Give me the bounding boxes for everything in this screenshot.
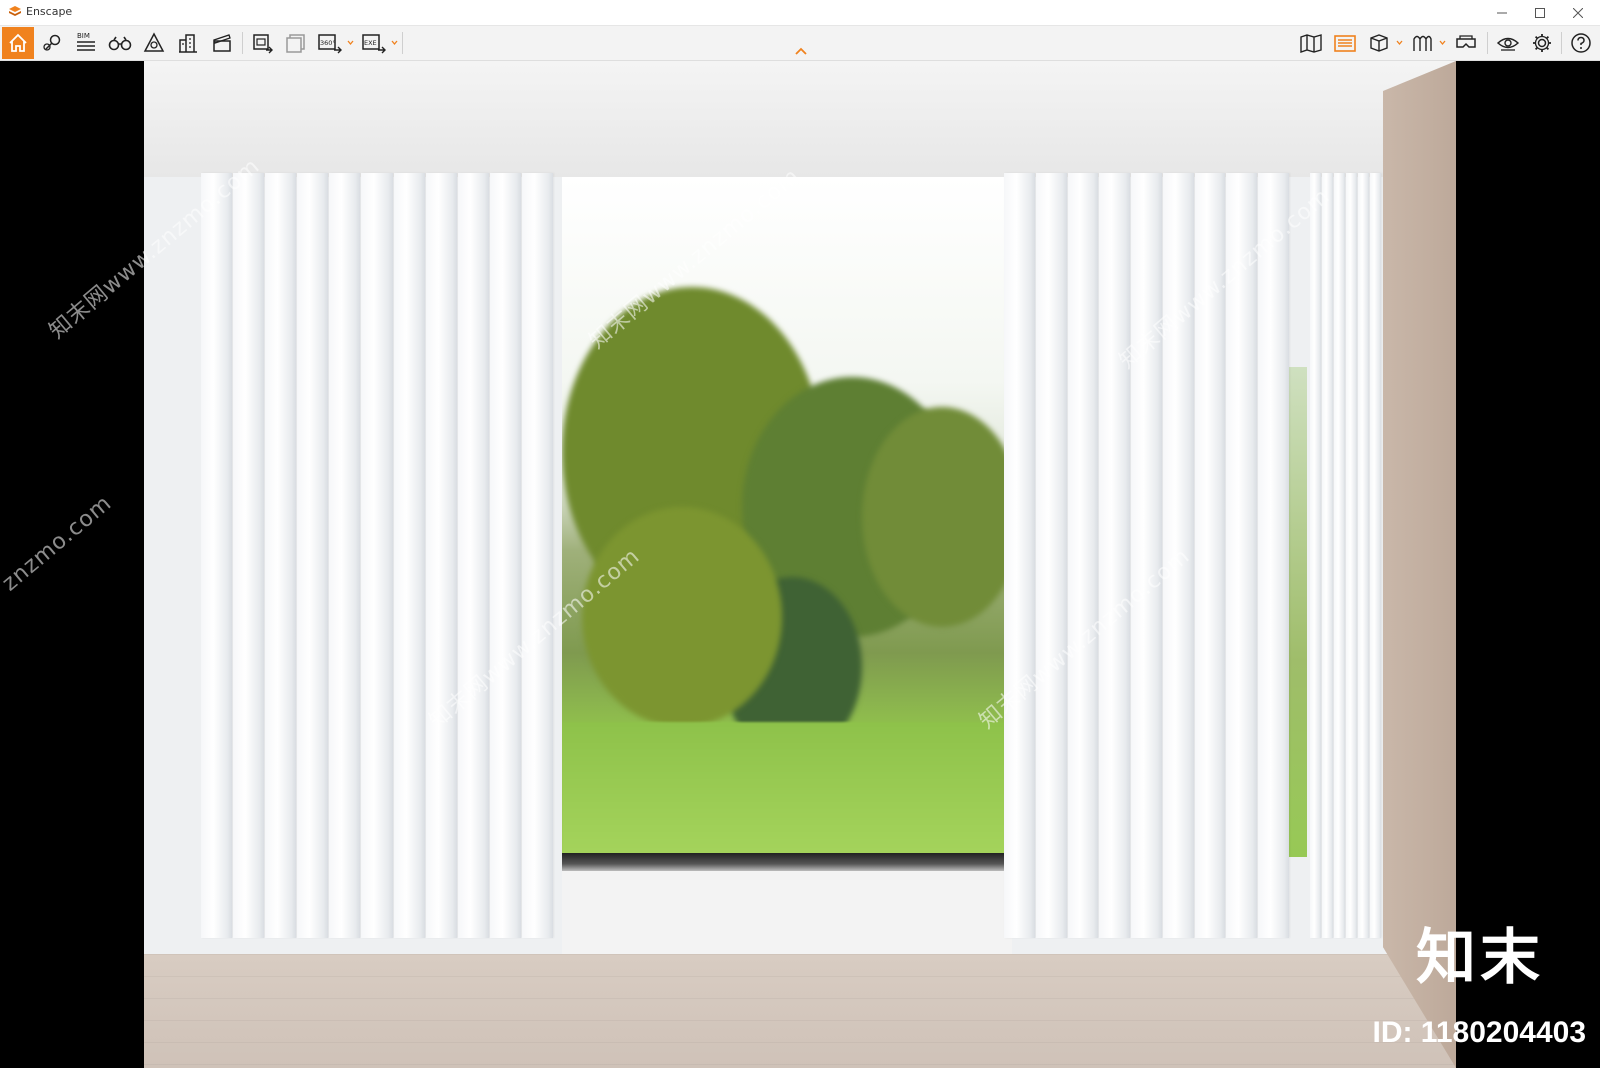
title-bar: Enscape — [0, 0, 1600, 26]
export-exe-icon: EXE — [362, 34, 386, 54]
window-base-wall — [562, 871, 1012, 955]
blind-slat — [1346, 173, 1357, 938]
close-button[interactable] — [1560, 0, 1596, 25]
blind-slat — [1004, 173, 1035, 938]
minimize-button[interactable] — [1484, 0, 1520, 25]
render-viewport[interactable]: 知末网www.znzmo.com 知末网www.znzmo.com 知末网www… — [0, 61, 1600, 1068]
view-cube-icon — [1370, 34, 1388, 52]
export-dropdown-chevron-icon[interactable] — [391, 39, 398, 46]
export-icon-label: EXE — [364, 39, 377, 47]
atmosphere-button[interactable] — [138, 27, 170, 59]
blind-slat — [457, 173, 489, 938]
visual-settings-button[interactable] — [1492, 27, 1524, 59]
atmosphere-icon — [143, 32, 165, 52]
blind-slat — [489, 173, 521, 938]
material-icon — [1413, 35, 1432, 51]
blind-slat — [1067, 173, 1099, 938]
blind-slat — [265, 173, 297, 938]
binoculars-button[interactable] — [104, 27, 136, 59]
blind-slat — [297, 173, 329, 938]
help-icon — [1571, 33, 1591, 53]
blind-slat — [361, 173, 393, 938]
blind-slat — [1334, 173, 1345, 938]
right-window-strip — [1287, 367, 1307, 857]
vr-headset-icon — [1456, 35, 1476, 48]
blind-slat — [1358, 173, 1369, 938]
enscape-toolbar: BIM 360° EXE — [0, 26, 1600, 61]
toolbar-separator — [242, 32, 243, 54]
side-vertical-blinds — [1310, 173, 1382, 938]
bim-icon-label: BIM — [77, 32, 90, 40]
toolbar-separator — [402, 32, 403, 54]
location-icon — [43, 34, 61, 51]
blind-slat — [1370, 173, 1381, 938]
toolbar-separator — [1487, 32, 1488, 54]
bim-icon: BIM — [77, 32, 95, 51]
buildings-button[interactable] — [172, 27, 204, 59]
batch-render-icon — [286, 34, 305, 53]
close-icon — [1573, 7, 1583, 18]
collapse-toolbar-chevron-icon[interactable] — [794, 46, 808, 56]
panorama-button[interactable]: 360° — [314, 27, 346, 59]
video-editor-button[interactable] — [206, 27, 238, 59]
left-vertical-blinds — [201, 173, 554, 938]
material-dropdown-chevron-icon[interactable] — [1439, 39, 1446, 46]
home-icon — [9, 33, 27, 52]
asset-id-text: ID: 1180204403 — [1372, 1016, 1586, 1049]
brand-logo-text: 知末 — [1416, 923, 1544, 993]
blind-slat — [425, 173, 457, 938]
room-render — [144, 61, 1456, 1068]
buildings-icon — [179, 34, 197, 53]
home-button[interactable] — [2, 27, 34, 59]
enscape-logo-icon — [9, 6, 21, 16]
panorama-dropdown-chevron-icon[interactable] — [347, 39, 354, 46]
ceiling — [144, 61, 1456, 177]
blind-slat — [233, 173, 265, 938]
batch-render-button[interactable] — [280, 27, 312, 59]
settings-button[interactable] — [1526, 27, 1558, 59]
window-garden-view — [562, 177, 1012, 857]
help-button[interactable] — [1565, 27, 1597, 59]
binoculars-icon — [108, 36, 132, 51]
gear-icon — [1533, 34, 1551, 52]
toolbar-separator — [1561, 32, 1562, 54]
wood-floor — [144, 954, 1456, 1068]
blind-slat — [393, 173, 425, 938]
map-icon — [1300, 34, 1322, 53]
panorama-icon-label: 360° — [320, 39, 336, 47]
blind-slat — [521, 173, 553, 938]
location-button[interactable] — [36, 27, 68, 59]
blind-slat — [1099, 173, 1131, 938]
window-sill — [562, 853, 1012, 871]
screenshot-icon — [253, 34, 273, 54]
blind-slat — [329, 173, 361, 938]
asset-library-button[interactable] — [1329, 27, 1361, 59]
maximize-icon — [1535, 7, 1545, 18]
right-vertical-blinds — [1004, 173, 1290, 938]
clapper-icon — [213, 34, 231, 52]
view-mode-button[interactable] — [1363, 27, 1395, 59]
minimize-icon — [1497, 12, 1507, 13]
blind-slat — [201, 173, 233, 938]
export-button[interactable]: EXE — [358, 27, 390, 59]
blind-slat — [1035, 173, 1067, 938]
view-mode-dropdown-chevron-icon[interactable] — [1396, 39, 1403, 46]
vr-headset-button[interactable] — [1450, 27, 1482, 59]
blind-slat — [1258, 173, 1289, 938]
blind-slat — [1310, 173, 1321, 938]
material-editor-button[interactable] — [1406, 27, 1438, 59]
visual-settings-icon — [1496, 37, 1520, 51]
maximize-button[interactable] — [1522, 0, 1558, 25]
window-title: Enscape — [26, 5, 73, 18]
blind-slat — [1322, 173, 1333, 938]
asset-library-icon — [1334, 35, 1356, 52]
map-button[interactable] — [1295, 27, 1327, 59]
lawn — [562, 722, 1012, 857]
bim-button[interactable]: BIM — [70, 27, 102, 59]
screenshot-button[interactable] — [246, 27, 278, 59]
panorama-360-icon: 360° — [318, 34, 342, 54]
watermark-text: znzmo.com — [0, 490, 117, 597]
